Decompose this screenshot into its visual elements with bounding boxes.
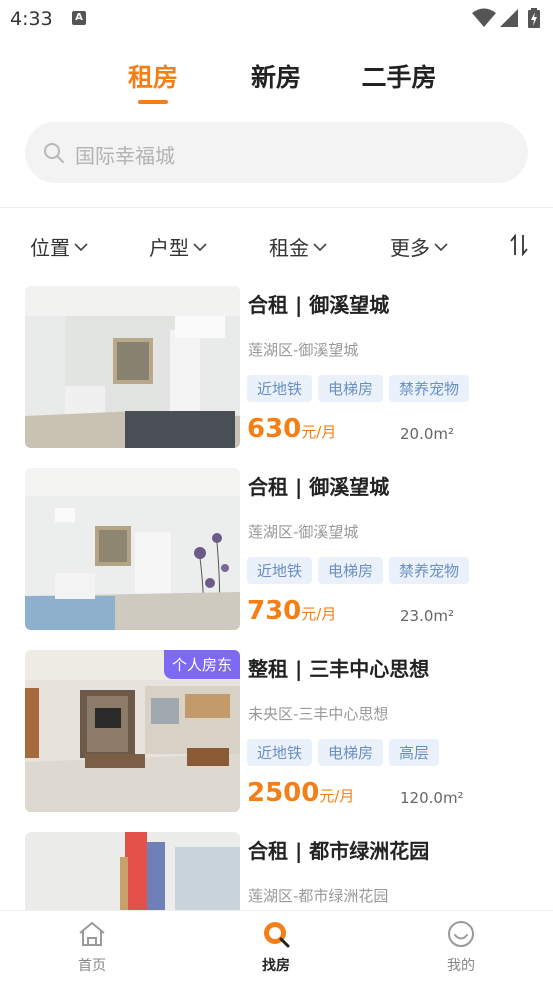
price-value: 730: [247, 596, 302, 626]
find-house-icon: [264, 922, 290, 948]
listing-size: 23.0m²: [400, 607, 455, 625]
landlord-badge: 个人房东: [163, 650, 240, 679]
notification-icon: A: [72, 11, 86, 25]
tag-near-metro: 近地铁: [247, 557, 313, 584]
listing-district: 莲湖区-都市绿洲花园: [248, 887, 389, 905]
tab-new-house[interactable]: 新房: [221, 58, 331, 94]
tag-no-pets: 禁养宠物: [389, 557, 470, 584]
price-value: 2500: [247, 778, 320, 808]
tag-elevator: 电梯房: [318, 557, 384, 584]
nav-find-house[interactable]: 找房: [236, 919, 316, 975]
tag-elevator: 电梯房: [318, 739, 384, 766]
listing-price: 630元/月: [247, 414, 336, 444]
chevron-down-icon: [434, 242, 448, 251]
listing-title: 整租 | 三丰中心思想: [248, 657, 430, 681]
tab-rent[interactable]: 租房: [98, 58, 208, 104]
tag-no-pets: 禁养宠物: [389, 375, 470, 402]
sort-icon[interactable]: [509, 234, 529, 256]
price-unit: 元/月: [319, 787, 355, 805]
divider: [0, 207, 553, 208]
tab-rent-label: 租房: [127, 63, 178, 92]
nav-profile-label: 我的: [447, 958, 475, 974]
tag-high-floor: 高层: [389, 739, 440, 766]
cell-signal-icon: [500, 9, 518, 27]
nav-home-label: 首页: [78, 958, 106, 974]
filter-layout-label: 户型: [149, 236, 189, 260]
active-tab-indicator: [138, 100, 168, 104]
listing-district: 莲湖区-御溪望城: [248, 523, 359, 541]
listing-title: 合租 | 御溪望城: [248, 475, 390, 499]
price-unit: 元/月: [301, 423, 337, 441]
home-icon: [79, 921, 105, 946]
tab-second-hand[interactable]: 二手房: [344, 58, 454, 94]
filter-location[interactable]: 位置: [30, 232, 88, 261]
search-icon: [44, 143, 64, 163]
listing-card[interactable]: 个人房东 整租 | 三丰中心思想 未央区-三丰中心思想 近地铁 电梯房 高层 2…: [25, 650, 535, 812]
filter-more[interactable]: 更多: [390, 232, 448, 261]
filter-location-label: 位置: [30, 236, 70, 260]
chevron-down-icon: [313, 242, 327, 251]
listing-district: 未央区-三丰中心思想: [248, 705, 389, 723]
listing-photo: [25, 832, 240, 910]
filter-more-label: 更多: [390, 236, 430, 260]
price-value: 630: [247, 414, 302, 444]
listing-tags: 近地铁 电梯房 高层: [247, 739, 445, 766]
chevron-down-icon: [74, 242, 88, 251]
filter-layout[interactable]: 户型: [149, 232, 207, 261]
listing-title: 合租 | 都市绿洲花园: [248, 839, 430, 863]
status-bar: 4:33 A: [0, 0, 553, 38]
chevron-down-icon: [193, 242, 207, 251]
wifi-icon: [472, 8, 496, 27]
tag-elevator: 电梯房: [318, 375, 384, 402]
listing-card[interactable]: 合租 | 御溪望城 莲湖区-御溪望城 近地铁 电梯房 禁养宠物 630元/月 2…: [25, 286, 535, 448]
listing-photo: 个人房东: [25, 650, 240, 812]
status-time: 4:33: [10, 8, 53, 30]
listing-size: 20.0m²: [400, 425, 455, 443]
listing-card[interactable]: 合租 | 御溪望城 莲湖区-御溪望城 近地铁 电梯房 禁养宠物 730元/月 2…: [25, 468, 535, 630]
listing-price: 2500元/月: [247, 778, 354, 808]
price-unit: 元/月: [301, 605, 337, 623]
profile-icon: [448, 921, 474, 947]
search-placeholder: 国际幸福城: [75, 144, 175, 168]
filter-rent[interactable]: 租金: [269, 232, 327, 261]
listing-tags: 近地铁 电梯房 禁养宠物: [247, 557, 475, 584]
category-tabs: 租房 新房 二手房: [0, 58, 553, 104]
nav-profile[interactable]: 我的: [421, 919, 501, 975]
listing-price: 730元/月: [247, 596, 336, 626]
listing-photo: [25, 286, 240, 448]
listing-district: 莲湖区-御溪望城: [248, 341, 359, 359]
tag-near-metro: 近地铁: [247, 375, 313, 402]
tab-new-house-label: 新房: [250, 63, 301, 92]
tab-second-hand-label: 二手房: [361, 63, 437, 92]
search-box[interactable]: 国际幸福城: [25, 122, 528, 183]
nav-home[interactable]: 首页: [52, 919, 132, 975]
nav-find-house-label: 找房: [262, 958, 290, 974]
battery-icon: [528, 8, 540, 28]
listing-photo: [25, 468, 240, 630]
bottom-nav: 首页 找房 我的: [0, 910, 553, 984]
filter-bar: 位置 户型 租金 更多: [0, 228, 553, 266]
listing-size: 120.0m²: [400, 789, 464, 807]
listing-tags: 近地铁 电梯房 禁养宠物: [247, 375, 475, 402]
listing-card[interactable]: 合租 | 都市绿洲花园 莲湖区-都市绿洲花园: [25, 832, 535, 910]
tag-near-metro: 近地铁: [247, 739, 313, 766]
listing-title: 合租 | 御溪望城: [248, 293, 390, 317]
filter-rent-label: 租金: [269, 236, 309, 260]
